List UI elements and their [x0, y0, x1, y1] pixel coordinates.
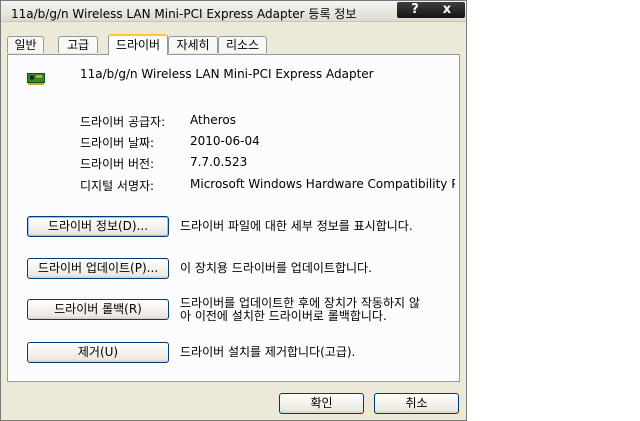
digital-signer-label: 디지털 서명자: — [80, 179, 155, 193]
uninstall-description: 드라이버 설치를 제거합니다(고급). — [180, 345, 356, 359]
rollback-description-line2: 아 이전에 설치한 드라이버로 롤백합니다. — [180, 309, 387, 323]
driver-details-button[interactable]: 드라이버 정보(D)... — [27, 216, 169, 237]
device-name: 11a/b/g/n Wireless LAN Mini-PCI Express … — [80, 67, 374, 81]
ok-button[interactable]: 확인 — [279, 393, 364, 414]
driver-date-value: 2010-06-04 — [190, 134, 260, 148]
driver-details-description: 드라이버 파일에 대한 세부 정보를 표시합니다. — [180, 219, 413, 233]
driver-provider-label: 드라이버 공급자: — [80, 115, 166, 129]
uninstall-button[interactable]: 제거(U) — [27, 342, 169, 363]
window-title: 11a/b/g/n Wireless LAN Mini-PCI Express … — [11, 7, 357, 21]
tab-advanced[interactable]: 고급 — [58, 36, 98, 53]
tab-resources[interactable]: 리소스 — [218, 36, 267, 53]
title-buttons: ? x — [397, 2, 465, 18]
tab-general[interactable]: 일반 — [7, 36, 44, 53]
update-driver-button[interactable]: 드라이버 업데이트(P)... — [27, 258, 169, 279]
close-button[interactable]: x — [431, 2, 463, 18]
update-driver-description: 이 장치용 드라이버를 업데이트합니다. — [180, 261, 372, 275]
tab-driver[interactable]: 드라이버 — [108, 34, 168, 55]
driver-date-label: 드라이버 날짜: — [80, 136, 155, 150]
network-card-icon — [27, 73, 45, 85]
tab-details[interactable]: 자세히 — [168, 36, 218, 53]
cancel-button[interactable]: 취소 — [374, 393, 459, 414]
rollback-driver-button[interactable]: 드라이버 롤백(R) — [27, 299, 169, 320]
driver-version-value: 7.7.0.523 — [190, 155, 248, 169]
driver-version-label: 드라이버 버전: — [80, 157, 155, 171]
digital-signer-value: Microsoft Windows Hardware Compatibility… — [190, 177, 455, 191]
title-bar[interactable]: 11a/b/g/n Wireless LAN Mini-PCI Express … — [1, 1, 466, 22]
help-button[interactable]: ? — [399, 2, 431, 18]
driver-provider-value: Atheros — [190, 113, 236, 127]
properties-dialog: 11a/b/g/n Wireless LAN Mini-PCI Express … — [0, 0, 467, 421]
